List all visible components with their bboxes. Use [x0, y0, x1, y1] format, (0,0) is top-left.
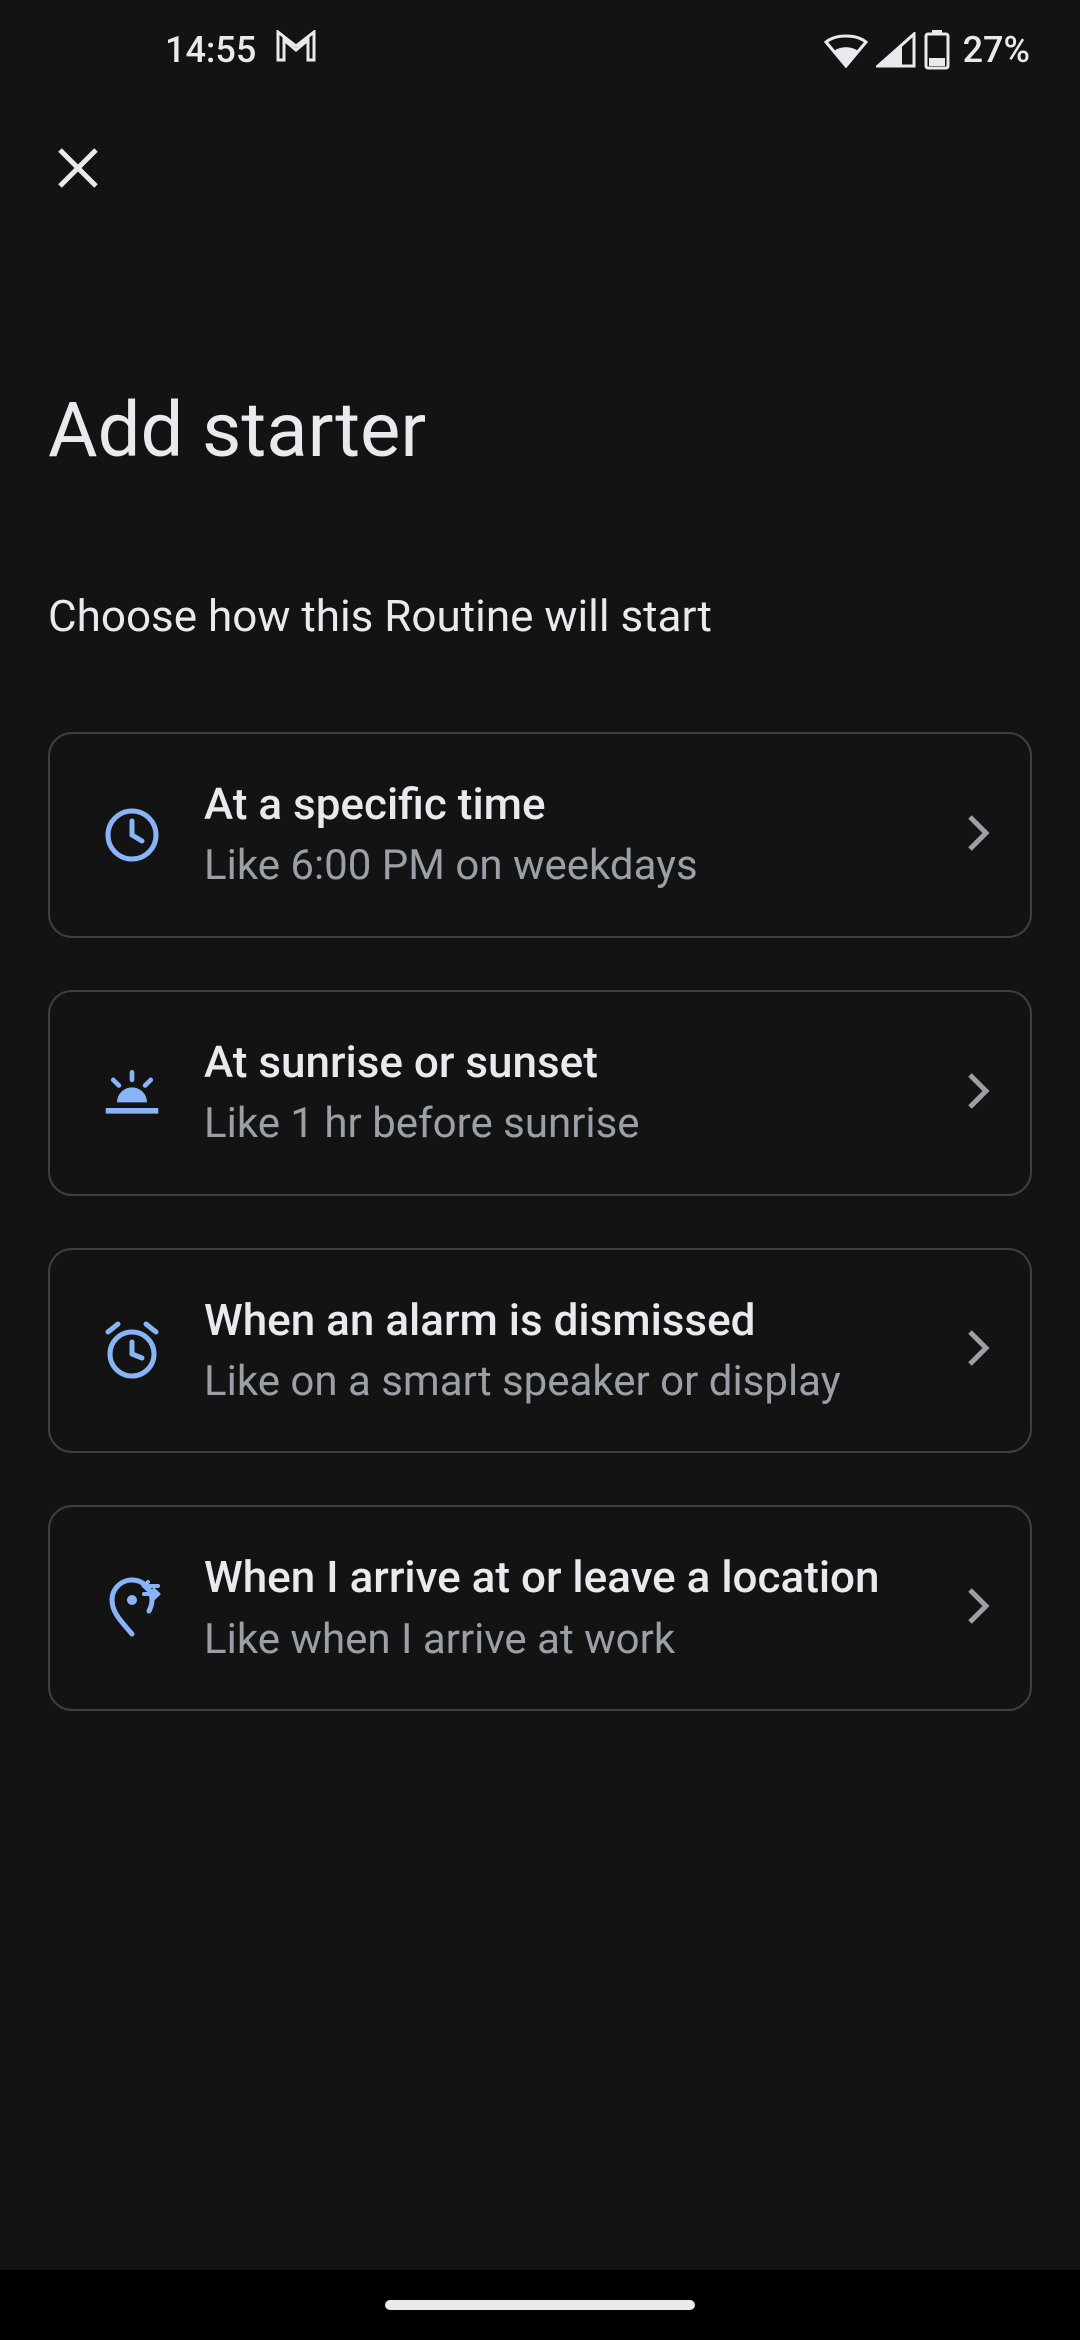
- option-sunrise-sunset[interactable]: At sunrise or sunset Like 1 hr before su…: [48, 990, 1032, 1196]
- close-icon: [54, 144, 102, 196]
- page-subtitle: Choose how this Routine will start: [48, 590, 1032, 642]
- chevron-right-icon: [964, 1584, 992, 1632]
- option-title: At a specific time: [204, 776, 922, 833]
- option-specific-time[interactable]: At a specific time Like 6:00 PM on weekd…: [48, 732, 1032, 938]
- status-left: 14:55: [165, 29, 316, 71]
- nav-handle[interactable]: [385, 2300, 695, 2310]
- alarm-icon: [102, 1320, 162, 1380]
- battery-icon: [924, 30, 950, 70]
- clock-icon: [102, 805, 162, 865]
- option-title: When I arrive at or leave a location: [204, 1549, 922, 1606]
- status-right: 27%: [824, 29, 1030, 71]
- options-list: At a specific time Like 6:00 PM on weekd…: [48, 732, 1032, 1711]
- status-bar: 14:55 27%: [0, 0, 1080, 100]
- close-button[interactable]: [48, 140, 108, 200]
- option-location[interactable]: When I arrive at or leave a location Lik…: [48, 1505, 1032, 1711]
- sunrise-icon: [102, 1063, 162, 1123]
- chevron-right-icon: [964, 1069, 992, 1117]
- wifi-icon: [824, 32, 868, 68]
- chevron-right-icon: [964, 1326, 992, 1374]
- option-title: When an alarm is dismissed: [204, 1292, 922, 1349]
- option-alarm-dismissed[interactable]: When an alarm is dismissed Like on a sma…: [48, 1248, 1032, 1454]
- gmail-icon: [276, 29, 316, 71]
- battery-percentage: 27%: [963, 29, 1030, 71]
- option-desc: Like 6:00 PM on weekdays: [204, 839, 922, 894]
- signal-icon: [876, 32, 916, 68]
- page-title: Add starter: [48, 385, 1032, 475]
- option-desc: Like 1 hr before sunrise: [204, 1097, 922, 1152]
- option-title: At sunrise or sunset: [204, 1034, 922, 1091]
- location-icon: [102, 1578, 162, 1638]
- status-time: 14:55: [165, 29, 256, 71]
- chevron-right-icon: [964, 811, 992, 859]
- navigation-bar: [0, 2270, 1080, 2340]
- option-desc: Like on a smart speaker or display: [204, 1355, 922, 1410]
- option-desc: Like when I arrive at work: [204, 1613, 922, 1668]
